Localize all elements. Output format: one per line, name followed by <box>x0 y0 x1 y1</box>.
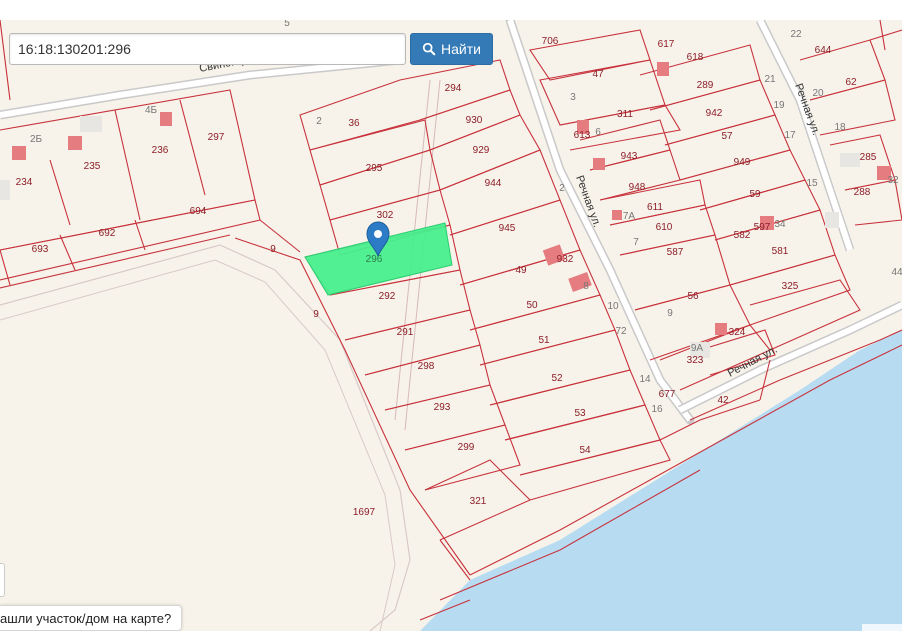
map-canvas[interactable]: 706 61761847289311 94294357949948611610595… <box>0 20 902 631</box>
feedback-bar[interactable]: ашли участок/дом на карте? <box>0 605 182 631</box>
parcel-label: 582 <box>734 230 751 241</box>
parcel-label: 285 <box>860 152 877 163</box>
map-attribution <box>862 624 902 631</box>
parcel-label: 932 <box>557 254 574 265</box>
feedback-text: ашли участок/дом на карте? <box>0 610 172 626</box>
parcel-label: 57 <box>721 131 733 142</box>
parcel-label: 302 <box>377 210 394 221</box>
house-number-label: 9 <box>667 308 673 319</box>
house-number-label: 44 <box>891 267 902 278</box>
parcel-label: 9 <box>270 244 276 255</box>
parcel-label: 234 <box>16 177 33 188</box>
parcel-label: 942 <box>706 108 723 119</box>
parcel-label: 54 <box>579 445 591 456</box>
parcel-label: 294 <box>445 83 462 94</box>
parcel-label: 930 <box>466 115 483 126</box>
parcel-label: 52 <box>551 373 563 384</box>
parcel-label: 288 <box>854 187 871 198</box>
parcel-label: 323 <box>687 355 704 366</box>
house-number-label: 8 <box>583 281 589 292</box>
parcel-label: 235 <box>84 161 101 172</box>
parcel-label: 944 <box>485 178 502 189</box>
house-number-label: 2 <box>316 116 322 127</box>
parcel-label: 613 <box>574 130 591 141</box>
house-number-label: 15 <box>806 178 818 189</box>
left-panel-toggle[interactable] <box>0 563 5 597</box>
field-outline-inner <box>0 259 396 631</box>
parcel-label: 929 <box>473 145 490 156</box>
parcel-label: 292 <box>379 291 396 302</box>
parcel-label: 42 <box>717 395 729 406</box>
house-number-label: 34 <box>774 219 786 230</box>
house-number-label: 2Б <box>30 134 43 145</box>
parcel-label: 297 <box>208 132 225 143</box>
cadastral-number-input[interactable] <box>9 33 406 65</box>
house-number-label: 18 <box>834 122 846 133</box>
house-number-label: 2 <box>559 183 565 194</box>
parcel-label: 677 <box>659 389 676 400</box>
house-number-label: 17 <box>784 130 796 141</box>
house-number-label: 19 <box>773 100 785 111</box>
cadastral-map[interactable]: 706 617 618 47 289 311 942 943 57 949 948 611 610 59 5… <box>0 20 902 631</box>
house-number-label: 3 <box>570 92 576 103</box>
parcel-label: 62 <box>845 77 857 88</box>
search-button-label: Найти <box>441 41 481 57</box>
parcel-label: 948 <box>629 182 646 193</box>
parcel-label: 298 <box>418 361 435 372</box>
parcel-label: 949 <box>734 157 751 168</box>
house-number-label: 10 <box>607 301 619 312</box>
parcel-label: 289 <box>697 80 714 91</box>
parcel-label: 644 <box>815 45 832 56</box>
parcel-label: 311 <box>617 109 633 120</box>
parcel-label: 9 <box>313 309 319 320</box>
house-number-label: 32 <box>887 175 899 186</box>
parcel-label: 50 <box>526 300 538 311</box>
parcel-label: 943 <box>621 151 638 162</box>
parcel-label: 610 <box>656 222 673 233</box>
house-number-label: 72 <box>615 326 627 337</box>
parcel-label: 617 <box>658 39 675 50</box>
parcel-label: 236 <box>152 145 169 156</box>
house-number-label: 7 <box>633 237 639 248</box>
parcel-label: 611 <box>647 202 663 213</box>
parcel-label: 321 <box>470 496 487 507</box>
parcel-label: 1697 <box>353 507 376 518</box>
parcel-label: 581 <box>772 246 789 257</box>
parcel-label: 618 <box>687 52 704 63</box>
house-number-label: 20 <box>812 88 824 99</box>
search-button[interactable]: Найти <box>410 33 493 65</box>
parcel-label: 597 <box>754 222 771 233</box>
parcel-label: 295 <box>366 163 383 174</box>
parcel-label: 36 <box>348 118 360 129</box>
parcel-label: 49 <box>515 265 527 276</box>
parcel-label: 53 <box>574 408 586 419</box>
house-number-label: 14 <box>639 374 651 385</box>
parcel-label: 324 <box>729 327 746 338</box>
parcel-label: 51 <box>538 335 550 346</box>
parcel-label: 706 <box>542 36 559 47</box>
parcel-label: 59 <box>749 189 761 200</box>
page: 706 617 618 47 289 311 942 943 57 949 948 611 610 59 5… <box>0 0 902 631</box>
parcel-label: 299 <box>458 442 475 453</box>
house-number-label: 7А <box>623 211 636 222</box>
house-number-label: 4Б <box>145 105 158 116</box>
house-number-label: 9А <box>691 343 704 354</box>
parcel-label: 296 <box>366 254 383 265</box>
house-number-label: 6 <box>595 127 601 138</box>
house-number-label: 22 <box>790 29 802 40</box>
parcel-label: 587 <box>667 247 684 258</box>
house-number-label: 16 <box>651 404 663 415</box>
search-icon <box>422 42 436 56</box>
parcel-label: 47 <box>592 69 604 80</box>
parcel-label: 694 <box>190 206 207 217</box>
parcel-label: 291 <box>397 327 414 338</box>
parcel-label: 293 <box>434 402 451 413</box>
house-number-label: 21 <box>764 74 776 85</box>
parcel-label: 325 <box>782 281 799 292</box>
house-number-label: 5 <box>284 20 290 29</box>
parcel-label: 692 <box>99 228 116 239</box>
parcel-label: 693 <box>32 244 49 255</box>
parcel-label: 56 <box>687 291 699 302</box>
parcel-label: 945 <box>499 223 516 234</box>
